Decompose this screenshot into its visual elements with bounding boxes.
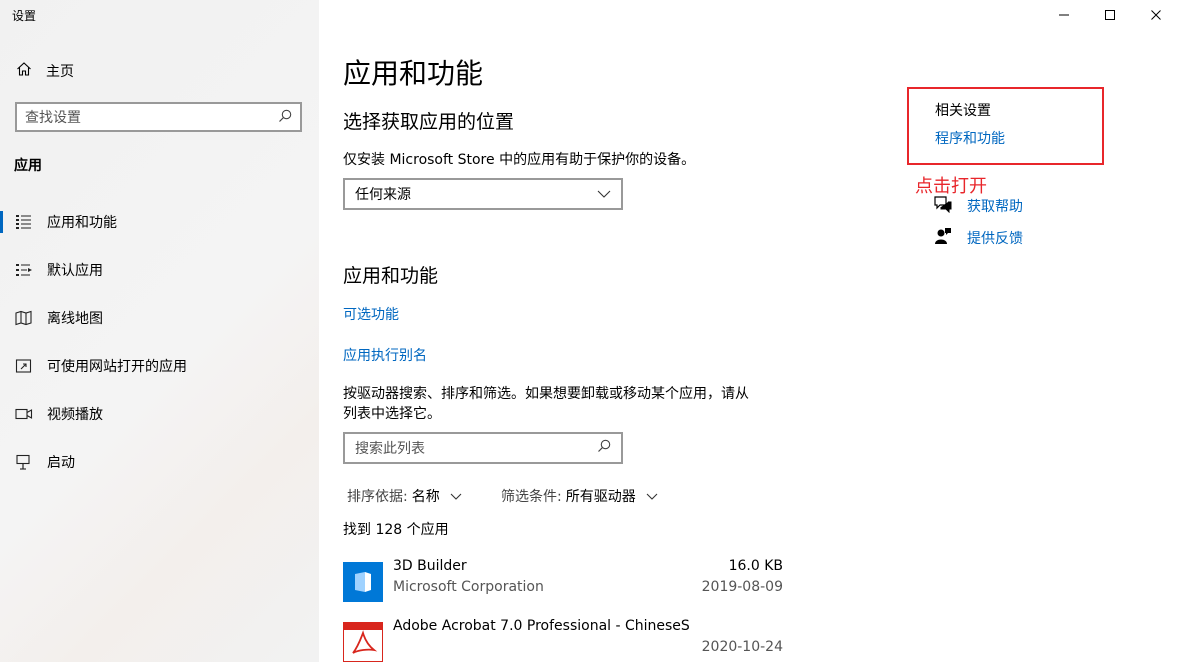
programs-and-features-link[interactable]: 程序和功能 <box>935 128 1005 148</box>
sidebar-item-label: 离线地图 <box>47 311 103 327</box>
apps-section-heading: 应用和功能 <box>343 265 439 287</box>
app-name: Adobe Acrobat 7.0 Professional - Chinese… <box>393 618 690 634</box>
sidebar-item-label: 应用和功能 <box>47 215 117 231</box>
app-name: 3D Builder <box>393 558 467 574</box>
close-icon[interactable] <box>1133 6 1179 24</box>
sidebar-item-label: 视频播放 <box>47 407 103 423</box>
get-help-link[interactable]: 获取帮助 <box>933 196 1023 216</box>
sidebar-item-label: 可使用网站打开的应用 <box>47 359 187 375</box>
app-list-search-placeholder: 搜索此列表 <box>355 441 425 457</box>
feedback-icon <box>933 227 953 249</box>
app-execution-alias-link[interactable]: 应用执行别名 <box>343 345 427 365</box>
get-help-label: 获取帮助 <box>967 199 1023 215</box>
app-list-item[interactable]: Adobe Acrobat 7.0 Professional - Chinese… <box>343 618 783 670</box>
home-label: 主页 <box>46 64 74 80</box>
related-settings-title: 相关设置 <box>935 103 991 119</box>
app-publisher: Microsoft Corporation <box>393 579 544 595</box>
selection-indicator <box>0 211 3 233</box>
give-feedback-label: 提供反馈 <box>967 231 1023 247</box>
app-size: 16.0 KB <box>728 558 783 574</box>
apps-features-icon <box>15 214 33 230</box>
sort-key-label: 排序依据: <box>347 489 408 505</box>
settings-search-box[interactable]: 查找设置 <box>15 102 302 132</box>
home-nav-item[interactable]: 主页 <box>16 60 74 82</box>
sort-by-control[interactable]: 排序依据: 名称 <box>347 486 462 506</box>
app-date: 2019-08-09 <box>701 579 783 595</box>
search-icon[interactable] <box>597 439 611 457</box>
sidebar-item-apps-for-websites[interactable]: 可使用网站打开的应用 <box>0 348 319 384</box>
apps-description-line2: 列表中选择它。 <box>343 406 441 422</box>
offline-maps-icon <box>15 310 33 326</box>
maximize-icon[interactable] <box>1087 6 1133 24</box>
search-icon[interactable] <box>278 108 292 127</box>
sidebar-item-video-playback[interactable]: 视频播放 <box>0 396 319 432</box>
chat-help-icon <box>933 195 953 217</box>
filter-by-control[interactable]: 筛选条件: 所有驱动器 <box>501 486 658 506</box>
app-source-dropdown[interactable]: 任何来源 <box>343 178 623 210</box>
install-section-description: 仅安装 Microsoft Store 中的应用有助于保护你的设备。 <box>343 152 696 168</box>
sort-value: 名称 <box>411 489 440 505</box>
app-list-item[interactable]: 3D Builder Microsoft Corporation 16.0 KB… <box>343 558 783 610</box>
app-list-search-box[interactable]: 搜索此列表 <box>343 432 623 464</box>
sidebar-item-apps-features[interactable]: 应用和功能 <box>0 204 319 240</box>
filter-value: 所有驱动器 <box>565 489 636 505</box>
filter-key-label: 筛选条件: <box>501 489 562 505</box>
chevron-down-icon <box>646 488 658 504</box>
video-playback-icon <box>15 406 33 422</box>
adobe-acrobat-app-icon <box>343 622 383 662</box>
sidebar-item-default-apps[interactable]: 默认应用 <box>0 252 319 288</box>
annotation-highlight-box <box>907 87 1104 165</box>
app-source-value: 任何来源 <box>355 187 411 203</box>
3d-builder-app-icon <box>343 562 383 602</box>
give-feedback-link[interactable]: 提供反馈 <box>933 228 1023 248</box>
install-section-heading: 选择获取应用的位置 <box>343 111 515 133</box>
sidebar: 设置 主页 查找设置 应用 应用和功能 默认应用 离线地图 可使用网站打开的应用… <box>0 0 319 662</box>
window-title: 设置 <box>12 9 37 23</box>
settings-search-placeholder: 查找设置 <box>25 110 81 126</box>
sidebar-item-offline-maps[interactable]: 离线地图 <box>0 300 319 336</box>
sidebar-item-startup[interactable]: 启动 <box>0 444 319 480</box>
apps-description-line1: 按驱动器搜索、排序和筛选。如果想要卸载或移动某个应用，请从 <box>343 386 749 402</box>
page-title: 应用和功能 <box>343 57 484 90</box>
home-icon <box>16 61 32 81</box>
chevron-down-icon <box>450 488 462 504</box>
startup-icon <box>15 454 33 470</box>
apps-for-websites-icon <box>15 358 33 374</box>
minimize-icon[interactable] <box>1041 6 1087 24</box>
optional-features-link[interactable]: 可选功能 <box>343 304 399 324</box>
sidebar-item-label: 启动 <box>47 455 75 471</box>
chevron-down-icon <box>597 186 611 202</box>
sidebar-section-label: 应用 <box>14 158 42 174</box>
sidebar-item-label: 默认应用 <box>47 263 103 279</box>
app-count-text: 找到 128 个应用 <box>343 522 449 538</box>
app-date: 2020-10-24 <box>701 639 783 655</box>
default-apps-icon <box>15 262 33 278</box>
window-controls <box>1041 6 1179 24</box>
